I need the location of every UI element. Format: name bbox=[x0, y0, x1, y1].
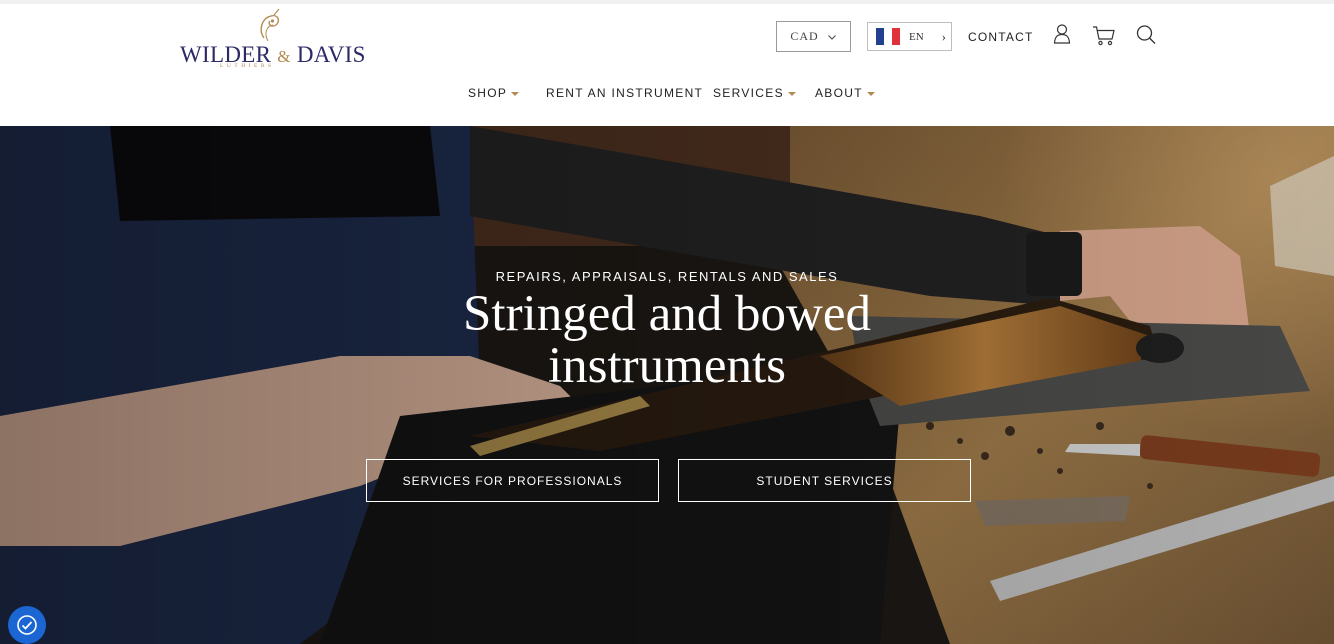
main-navigation: SHOP RENT AN INSTRUMENT SERVICES ABOUT bbox=[0, 86, 1334, 106]
currency-selector[interactable]: CAD bbox=[776, 21, 851, 52]
brand-tagline: LUTHIERS bbox=[220, 63, 275, 69]
caret-down-icon bbox=[511, 92, 520, 96]
chevron-right-icon: › bbox=[941, 28, 947, 44]
logo[interactable]: Wilder & Davis LUTHIERS bbox=[180, 8, 365, 74]
nav-item-shop[interactable]: SHOP bbox=[468, 86, 520, 100]
language-selector[interactable]: EN › bbox=[867, 22, 952, 51]
nav-item-about[interactable]: ABOUT bbox=[815, 86, 875, 100]
chevron-down-icon bbox=[827, 34, 836, 40]
nav-item-services[interactable]: SERVICES bbox=[713, 86, 796, 100]
hero-headline-line1: Stringed and bowed bbox=[463, 286, 871, 342]
violin-scroll-logo-icon bbox=[260, 8, 280, 42]
currency-value: CAD bbox=[790, 29, 819, 43]
accessibility-icon bbox=[17, 615, 37, 635]
search-icon[interactable] bbox=[1133, 22, 1159, 48]
hero-headline-line2: instruments bbox=[548, 338, 786, 394]
professional-services-button[interactable]: SERVICES FOR PROFESSIONALS bbox=[366, 459, 659, 502]
hero-eyebrow: REPAIRS, APPRAISALS, RENTALS AND SALES bbox=[495, 269, 839, 284]
france-flag-icon bbox=[876, 28, 900, 45]
cart-icon[interactable] bbox=[1091, 22, 1117, 48]
student-services-button[interactable]: STUDENT SERVICES bbox=[678, 459, 971, 502]
hero-section: REPAIRS, APPRAISALS, RENTALS AND SALES S… bbox=[0, 126, 1334, 644]
contact-link[interactable]: CONTACT bbox=[968, 30, 1034, 44]
caret-down-icon bbox=[866, 92, 875, 96]
nav-item-rent[interactable]: RENT AN INSTRUMENT bbox=[546, 86, 703, 100]
site-header: Wilder & Davis LUTHIERS CAD EN › CONTACT bbox=[0, 0, 1334, 126]
hero-headline: Stringed and bowed instruments bbox=[0, 288, 1334, 392]
caret-down-icon bbox=[787, 92, 796, 96]
user-icon[interactable] bbox=[1049, 22, 1075, 48]
accessibility-button[interactable] bbox=[8, 606, 46, 644]
language-value: EN bbox=[909, 30, 924, 43]
